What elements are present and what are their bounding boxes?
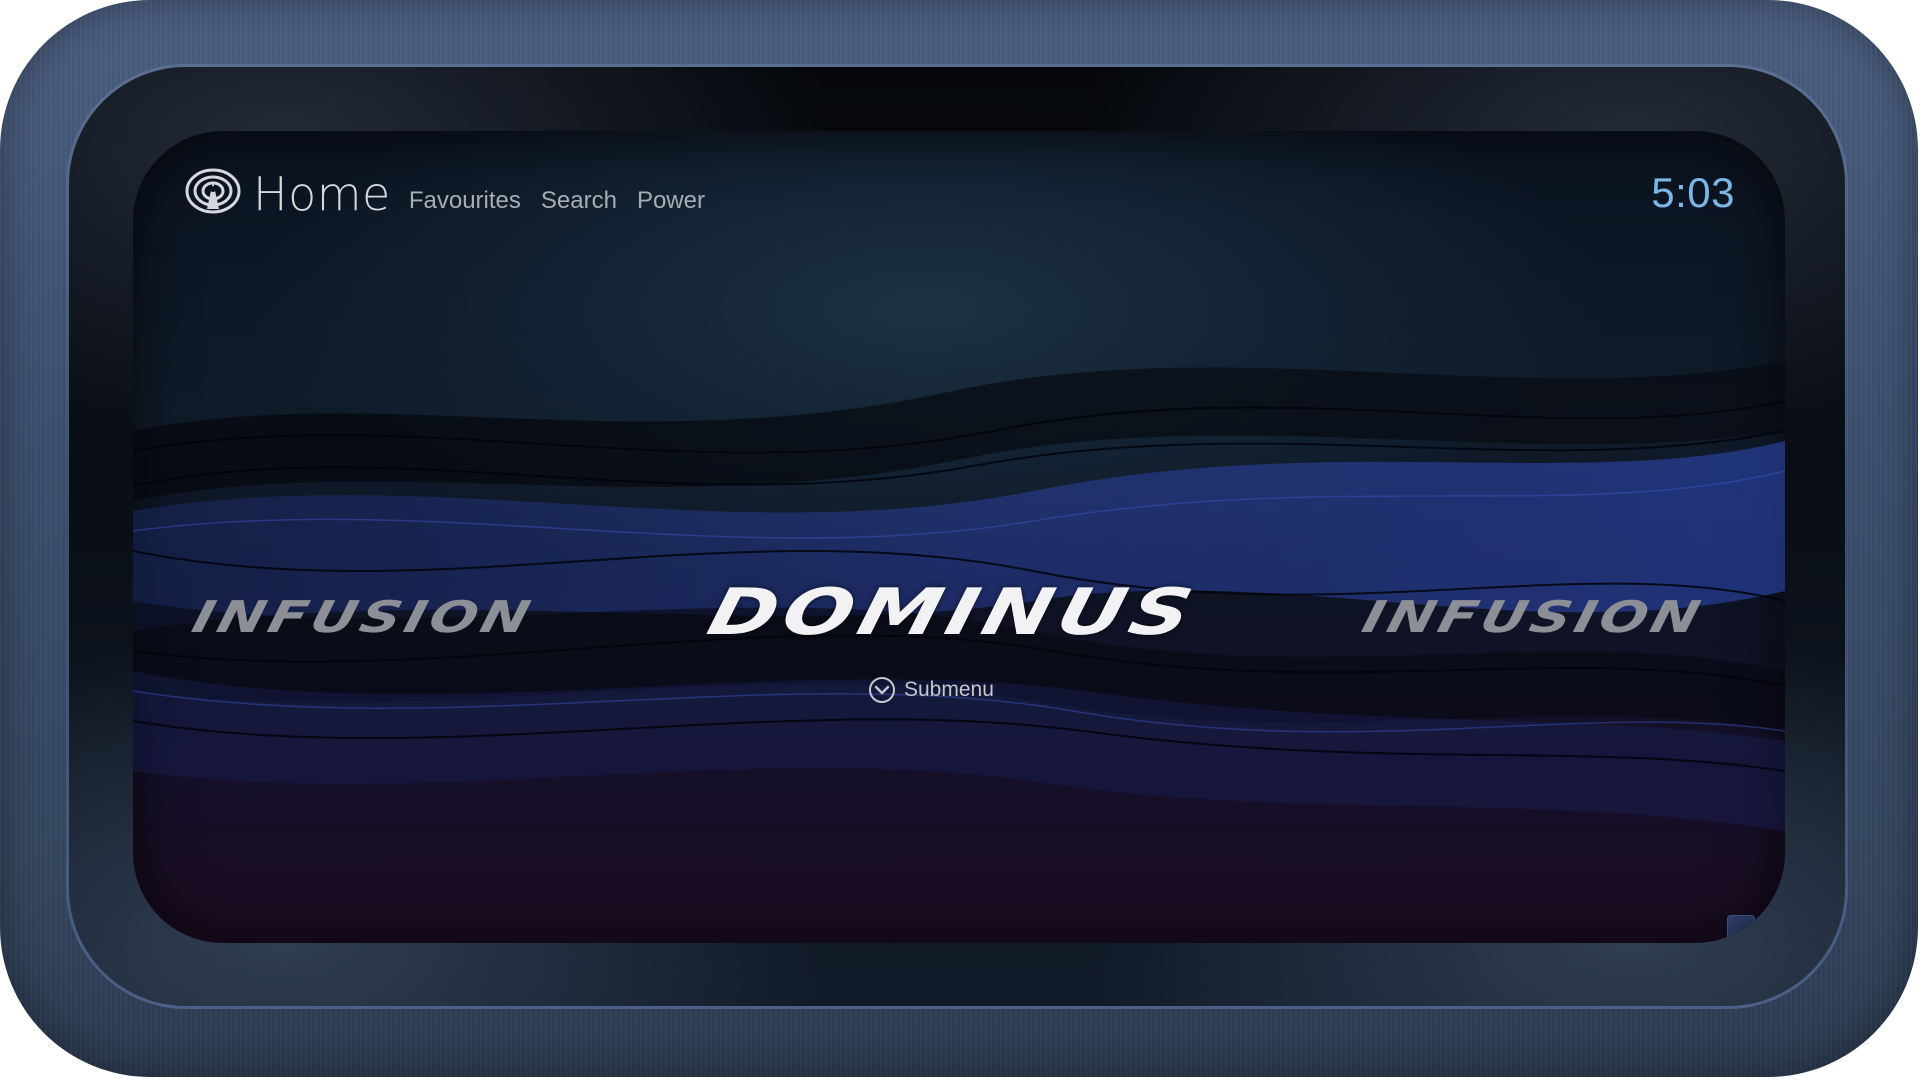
background-waves [133,361,1785,831]
home-screen: Home Favourites Search Power 5:03 INFUSI… [133,131,1785,943]
clock: 5:03 [1651,169,1735,216]
header-bar: Home Favourites Search Power [185,161,725,217]
nav-power[interactable]: Power [637,187,705,215]
carousel-item-dominus-selected[interactable]: DOMINUS [644,575,1262,649]
carousel-item-infusion-left[interactable]: INFUSION [182,592,545,643]
page-title: Home [253,167,391,221]
nav-search[interactable]: Search [541,187,617,215]
home-logo-icon [185,168,241,214]
carousel-item-infusion-right[interactable]: INFUSION [1352,592,1715,643]
chevron-down-circle-icon [869,677,895,703]
device-frame: Home Favourites Search Power 5:03 INFUSI… [0,0,1918,1077]
submenu-toggle[interactable]: Submenu [868,676,994,704]
submenu-label: Submenu [904,678,994,701]
nav-favourites[interactable]: Favourites [409,187,521,215]
corner-settings-icon[interactable] [1727,915,1755,943]
